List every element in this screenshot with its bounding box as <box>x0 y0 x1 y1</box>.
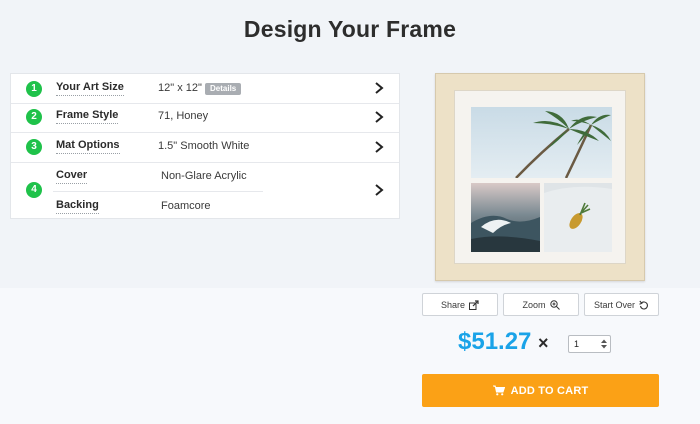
option-label: Your Art Size <box>56 81 124 96</box>
option-art-size[interactable]: 1 Your Art Size 12" x 12" Details <box>11 74 399 104</box>
page-title: Design Your Frame <box>243 16 457 42</box>
chevron-right-icon[interactable] <box>373 110 385 124</box>
option-value: 1.5" Smooth White <box>158 140 250 152</box>
undo-icon <box>639 300 648 309</box>
option-frame-style[interactable]: 2 Frame Style 71, Honey <box>11 103 399 133</box>
spinner-arrows-icon[interactable] <box>601 339 607 349</box>
cart-icon <box>492 385 505 396</box>
step-3-badge: 3 <box>26 139 42 155</box>
option-label: Mat Options <box>56 139 120 154</box>
option-value: 12" x 12" <box>158 82 202 94</box>
mat <box>454 90 626 264</box>
step-2-badge: 2 <box>26 109 42 125</box>
cover-value: Non-Glare Acrylic <box>161 170 247 182</box>
zoom-button[interactable]: Zoom <box>503 293 579 316</box>
quantity-select[interactable]: 1 <box>568 335 611 353</box>
cover-label: Cover <box>56 169 88 184</box>
quantity-value: 1 <box>574 339 580 349</box>
zoom-label: Zoom <box>522 299 546 310</box>
chevron-right-icon[interactable] <box>373 140 385 154</box>
chevron-right-icon[interactable] <box>373 81 385 95</box>
zoom-in-icon <box>549 299 560 310</box>
share-button[interactable]: Share <box>422 293 498 316</box>
pineapple-photo <box>544 183 612 252</box>
backing-label: Backing <box>56 199 99 214</box>
details-button[interactable]: Details <box>205 83 242 95</box>
option-value: 71, Honey <box>158 110 209 122</box>
frame-options-panel: 1 Your Art Size 12" x 12" Details 2 Fram… <box>10 73 400 219</box>
option-label: Frame Style <box>56 109 119 124</box>
add-to-cart-label: ADD TO CART <box>510 384 589 397</box>
chevron-right-icon[interactable] <box>373 183 385 197</box>
divider <box>53 191 263 192</box>
add-to-cart-button[interactable]: ADD TO CART <box>422 374 659 407</box>
wave-photo <box>471 183 540 252</box>
option-mat[interactable]: 3 Mat Options 1.5" Smooth White <box>11 132 399 163</box>
backing-value: Foamcore <box>161 200 211 212</box>
price: $51.27 <box>458 328 532 355</box>
share-label: Share <box>440 299 466 310</box>
times-symbol: × <box>538 333 549 353</box>
option-cover-backing[interactable]: 4 Cover Non-Glare Acrylic Backing Foamco… <box>11 162 399 218</box>
step-1-badge: 1 <box>26 81 42 97</box>
step-4-badge: 4 <box>26 182 42 198</box>
start-over-label: Start Over <box>593 299 635 310</box>
palm-tree-photo <box>471 107 612 178</box>
share-icon <box>469 299 479 310</box>
frame-preview <box>435 73 645 281</box>
start-over-button[interactable]: Start Over <box>584 293 659 316</box>
